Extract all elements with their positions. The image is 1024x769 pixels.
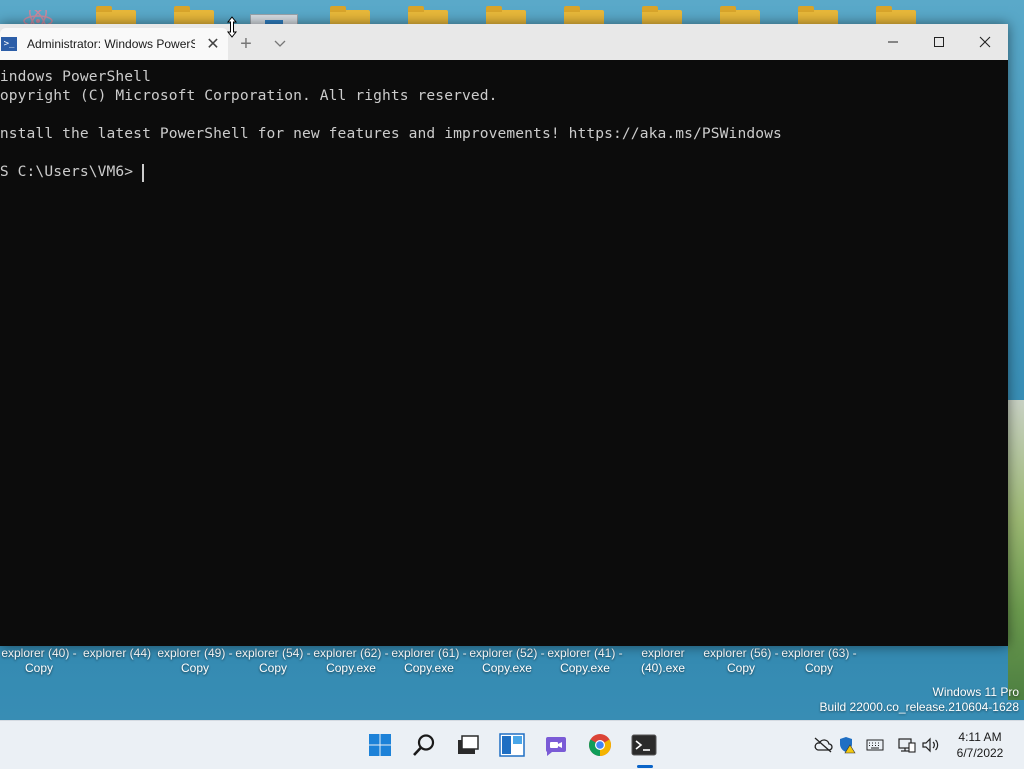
chrome-icon xyxy=(589,734,611,756)
network-button[interactable] xyxy=(897,735,917,755)
terminal-icon xyxy=(631,734,657,756)
desktop-icon-labels: explorer (40) - Copy explorer (44) explor… xyxy=(0,646,1024,686)
clock-time: 4:11 AM xyxy=(958,730,1002,744)
clock-date: 6/7/2022 xyxy=(956,746,1004,760)
volume-button[interactable] xyxy=(921,735,941,755)
title-bar[interactable]: >_ Administrator: Windows PowerShell ✕ + xyxy=(0,24,1008,60)
prompt-line[interactable]: PS C:\Users\VM6> xyxy=(0,163,142,180)
desktop-item-label[interactable]: explorer (56) - Copy xyxy=(701,646,781,676)
chevron-down-icon xyxy=(274,40,286,47)
build-text: Build 22000.co_release.210604-1628 xyxy=(819,700,1020,714)
network-icon xyxy=(898,738,916,753)
resize-cursor-icon xyxy=(226,16,238,38)
powershell-icon: >_ xyxy=(1,37,17,51)
maximize-icon xyxy=(934,37,944,47)
desktop-item-label[interactable]: explorer (44) xyxy=(77,646,157,661)
tab-powershell[interactable]: >_ Administrator: Windows PowerShell ✕ xyxy=(0,28,228,60)
plus-icon: + xyxy=(240,33,252,55)
minimize-button[interactable] xyxy=(870,24,916,60)
close-button[interactable] xyxy=(962,24,1008,60)
console-line: Copyright (C) Microsoft Corporation. All… xyxy=(0,87,498,104)
desktop-item-label[interactable]: explorer (40).exe xyxy=(623,646,703,676)
console-output[interactable]: Windows PowerShell Copyright (C) Microso… xyxy=(0,60,1008,646)
console-line: Windows PowerShell xyxy=(0,68,151,85)
desktop-item-label[interactable]: explorer (62) - Copy.exe xyxy=(311,646,391,676)
edition-text: Windows 11 Pro xyxy=(932,685,1019,699)
desktop-item-label[interactable]: explorer (63) - Copy xyxy=(779,646,859,676)
desktop-item-label[interactable]: explorer (54) - Copy xyxy=(233,646,313,676)
desktop-item-label[interactable]: explorer (52) - Copy.exe xyxy=(467,646,547,676)
tab-dropdown-button[interactable] xyxy=(268,30,292,58)
windows-watermark: Windows 11 Pro Build 22000.co_release.21… xyxy=(820,685,1020,715)
volume-icon xyxy=(922,737,939,753)
desktop-item-label[interactable]: explorer (40) - Copy xyxy=(0,646,79,676)
tab-title: Administrator: Windows PowerShell xyxy=(27,37,195,51)
system-clock[interactable]: 4:11 AM 6/7/2022 xyxy=(948,729,1012,761)
console-line: Install the latest PowerShell for new fe… xyxy=(0,125,782,142)
chat-icon xyxy=(545,737,566,756)
terminal-taskbar-button[interactable] xyxy=(628,729,660,761)
defender-warning-icon xyxy=(840,737,856,754)
search-icon xyxy=(413,734,435,756)
start-button[interactable] xyxy=(364,729,396,761)
chat-button[interactable] xyxy=(540,729,572,761)
chrome-button[interactable] xyxy=(584,729,616,761)
task-view-button[interactable] xyxy=(452,729,484,761)
onedrive-button[interactable] xyxy=(813,735,833,755)
tab-close-icon[interactable]: ✕ xyxy=(203,34,223,54)
start-icon xyxy=(369,734,391,756)
widgets-button[interactable] xyxy=(496,729,528,761)
task-view-icon xyxy=(458,735,479,754)
keyboard-button[interactable] xyxy=(865,735,885,755)
maximize-button[interactable] xyxy=(916,24,962,60)
terminal-window[interactable]: >_ Administrator: Windows PowerShell ✕ +… xyxy=(0,24,1008,646)
desktop-item-label[interactable]: explorer (61) - Copy.exe xyxy=(389,646,469,676)
desktop-item-label[interactable]: explorer (41) - Copy.exe xyxy=(545,646,625,676)
keyboard-icon xyxy=(866,739,884,751)
text-cursor xyxy=(142,164,144,182)
defender-button[interactable] xyxy=(837,735,857,755)
close-icon xyxy=(979,36,991,48)
widgets-icon xyxy=(499,733,525,757)
desktop-item-label[interactable]: explorer (49) - Copy xyxy=(155,646,235,676)
minimize-icon xyxy=(888,41,898,43)
search-button[interactable] xyxy=(408,729,440,761)
onedrive-offline-icon xyxy=(814,737,833,753)
taskbar: 4:11 AM 6/7/2022 xyxy=(0,720,1024,769)
